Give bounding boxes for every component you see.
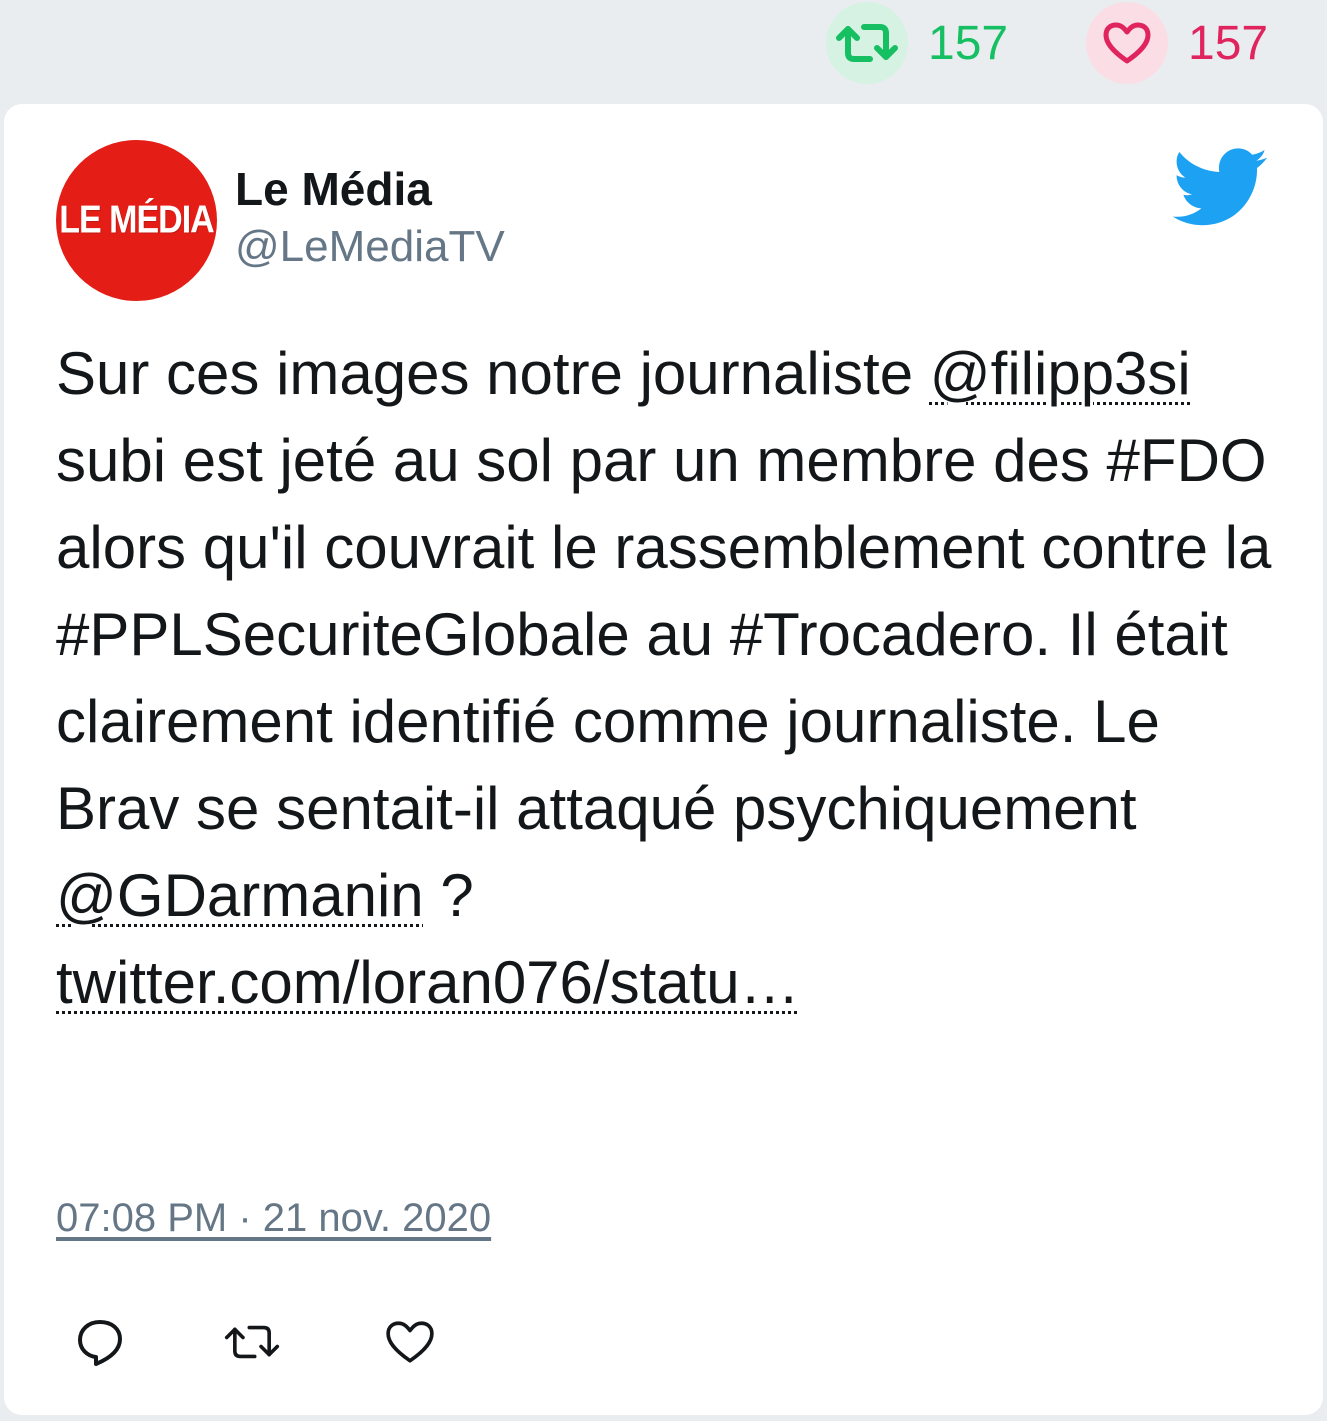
- tweet-text-part: subi est jeté au sol par un membre des #…: [56, 427, 1272, 842]
- tweet-text-part: ?: [423, 862, 474, 929]
- like-button[interactable]: [382, 1314, 438, 1370]
- avatar[interactable]: LE MÉDIA: [56, 140, 217, 301]
- like-stat[interactable]: 157: [1086, 0, 1268, 86]
- tweet-text-part: Sur ces images notre journaliste: [56, 340, 930, 407]
- like-bubble[interactable]: [1086, 2, 1168, 84]
- retweet-icon: [836, 24, 898, 62]
- author-name[interactable]: Le Média: [235, 162, 432, 216]
- engagement-bar: 157 157: [0, 0, 1327, 100]
- retweet-stat[interactable]: 157: [826, 0, 1008, 86]
- retweet-button[interactable]: [224, 1314, 280, 1370]
- heart-icon: [1103, 22, 1151, 64]
- author-handle[interactable]: @LeMediaTV: [235, 222, 505, 272]
- tweet-card: LE MÉDIA Le Média @LeMediaTV Sur ces ima…: [4, 104, 1323, 1415]
- heart-icon: [386, 1321, 434, 1363]
- retweet-count: 157: [928, 16, 1009, 70]
- twitter-bird-icon[interactable]: [1172, 148, 1270, 228]
- tweet-timestamp[interactable]: 07:08 PM · 21 nov. 2020: [56, 1196, 491, 1241]
- reply-button[interactable]: [72, 1314, 128, 1370]
- reply-icon: [78, 1320, 122, 1366]
- tweet-text: Sur ces images notre journaliste @filipp…: [56, 330, 1286, 1026]
- avatar-logo-text: LE MÉDIA: [59, 198, 214, 242]
- like-count: 157: [1188, 16, 1269, 70]
- tweet-actions: [72, 1314, 472, 1370]
- retweet-bubble[interactable]: [826, 2, 908, 84]
- mention-link[interactable]: @filipp3si: [930, 340, 1191, 407]
- mention-link[interactable]: @GDarmanin: [56, 862, 424, 929]
- retweet-icon: [224, 1325, 280, 1359]
- tweet-url-link[interactable]: twitter.com/loran076/statu…: [56, 949, 800, 1016]
